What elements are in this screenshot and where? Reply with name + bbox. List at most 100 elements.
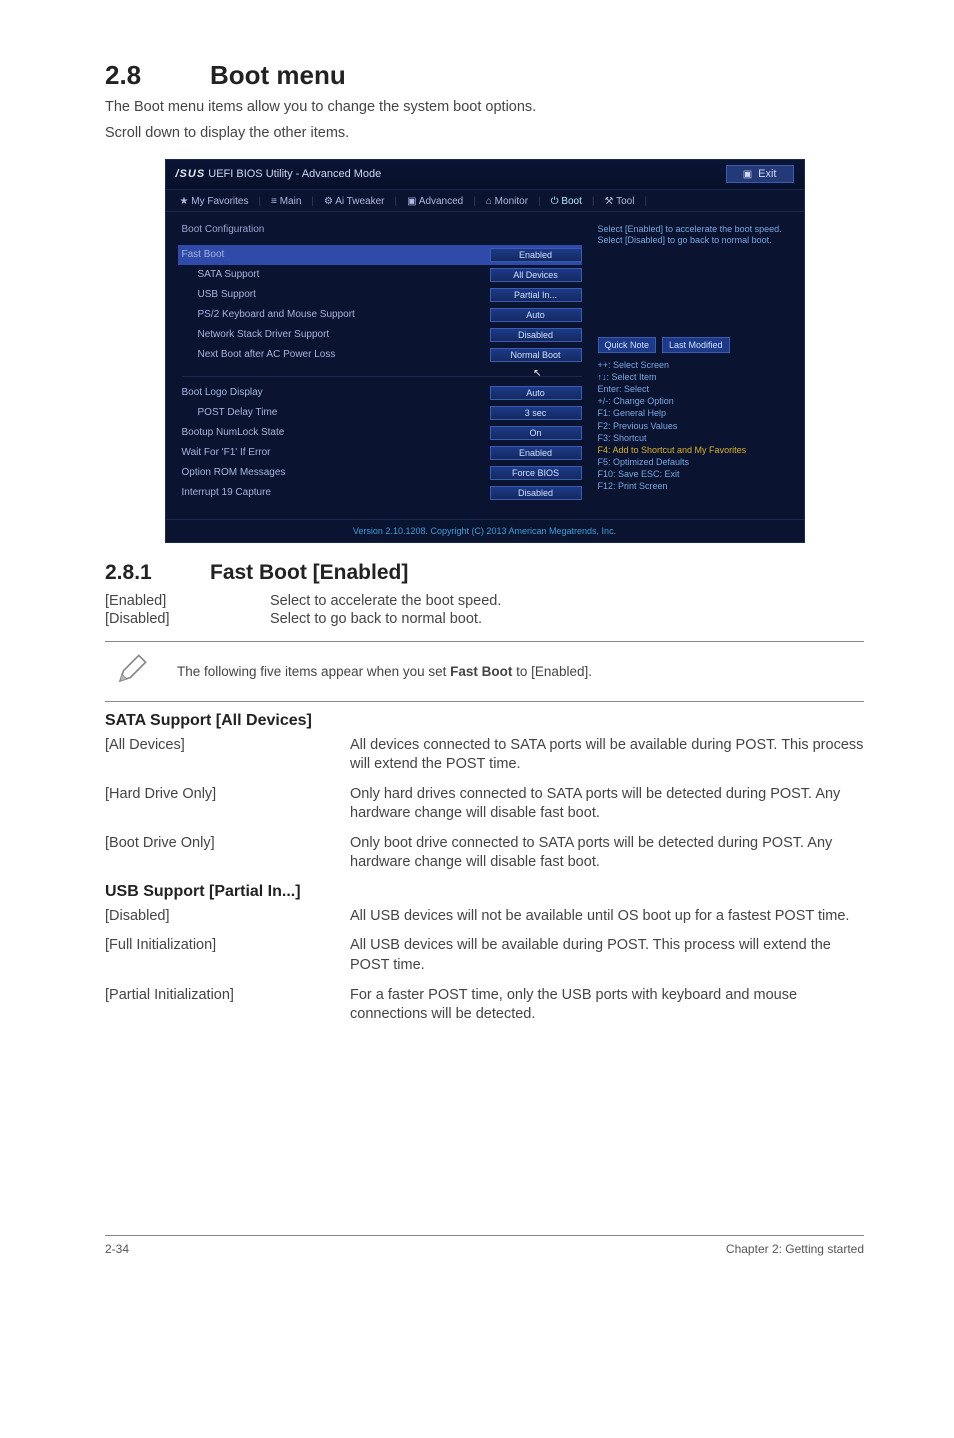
config-value[interactable]: All Devices bbox=[490, 268, 582, 282]
tab-advanced[interactable]: ▣ Advanced bbox=[407, 196, 463, 207]
description-row: [Partial Initialization]For a faster POS… bbox=[105, 986, 864, 1025]
description-row: [Hard Drive Only]Only hard drives connec… bbox=[105, 785, 864, 824]
description-value: All USB devices will not be available un… bbox=[350, 907, 864, 927]
description-row: [Disabled]All USB devices will not be av… bbox=[105, 907, 864, 927]
description-key: [All Devices] bbox=[105, 736, 350, 775]
last-modified-button[interactable]: Last Modified bbox=[662, 337, 730, 353]
config-label: Fast Boot bbox=[182, 249, 225, 260]
description-value: Only boot drive connected to SATA ports … bbox=[350, 834, 864, 873]
tab-main[interactable]: ≡ Main bbox=[271, 196, 301, 207]
config-row[interactable]: Network Stack Driver Support Disabled bbox=[182, 325, 582, 345]
config-row[interactable]: Wait For 'F1' If Error Enabled bbox=[182, 443, 582, 463]
help-description: Select [Enabled] to accelerate the boot … bbox=[598, 224, 794, 247]
tab-tool[interactable]: ⚒ Tool bbox=[605, 196, 635, 207]
description-value: Only hard drives connected to SATA ports… bbox=[350, 785, 864, 824]
config-header: Boot Configuration bbox=[182, 224, 582, 235]
quick-note-button[interactable]: Quick Note bbox=[598, 337, 657, 353]
config-row[interactable]: Fast Boot Enabled bbox=[178, 245, 582, 265]
config-value[interactable]: Auto bbox=[490, 308, 582, 322]
description-row: [Boot Drive Only]Only boot drive connect… bbox=[105, 834, 864, 873]
subsection-title: 2.8.1Fast Boot [Enabled] bbox=[105, 561, 864, 585]
config-value[interactable]: Force BIOS bbox=[490, 466, 582, 480]
tab-boot[interactable]: ⏻ Boot bbox=[551, 196, 582, 207]
config-value[interactable]: Enabled bbox=[490, 446, 582, 460]
config-value[interactable]: Disabled bbox=[490, 328, 582, 342]
bios-screenshot: /SUS UEFI BIOS Utility - Advanced Mode E… bbox=[165, 159, 805, 543]
pencil-icon bbox=[111, 652, 153, 691]
description-key: [Full Initialization] bbox=[105, 936, 350, 975]
exit-button[interactable]: Exit bbox=[726, 165, 794, 183]
intro-line-1: The Boot menu items allow you to change … bbox=[105, 97, 864, 119]
subsection-number: 2.8.1 bbox=[105, 561, 210, 585]
config-value[interactable]: On bbox=[490, 426, 582, 440]
config-value[interactable]: Normal Boot bbox=[490, 348, 582, 362]
config-row[interactable]: PS/2 Keyboard and Mouse Support Auto bbox=[182, 305, 582, 325]
chapter-label: Chapter 2: Getting started bbox=[726, 1242, 864, 1256]
section-name: Boot menu bbox=[210, 60, 346, 90]
description-key: [Disabled] bbox=[105, 907, 350, 927]
config-value[interactable]: Disabled bbox=[490, 486, 582, 500]
sata-support-title: SATA Support [All Devices] bbox=[105, 712, 864, 730]
help-key-line: Enter: Select bbox=[598, 383, 794, 395]
config-row[interactable]: Next Boot after AC Power Loss Normal Boot bbox=[182, 345, 582, 365]
option-row: [Disabled]Select to go back to normal bo… bbox=[105, 611, 864, 627]
config-label: POST Delay Time bbox=[182, 407, 278, 418]
config-label: SATA Support bbox=[182, 269, 260, 280]
config-label: PS/2 Keyboard and Mouse Support bbox=[182, 309, 355, 320]
config-row[interactable]: SATA Support All Devices bbox=[182, 265, 582, 285]
note-box: The following five items appear when you… bbox=[105, 641, 864, 702]
help-keys-list: ++: Select Screen↑↓: Select ItemEnter: S… bbox=[598, 359, 794, 493]
help-key-line: F5: Optimized Defaults bbox=[598, 456, 794, 468]
config-value[interactable]: Partial In... bbox=[490, 288, 582, 302]
description-row: [All Devices]All devices connected to SA… bbox=[105, 736, 864, 775]
tab-ai-tweaker[interactable]: ⚙ Ai Tweaker bbox=[324, 196, 384, 207]
page-title: 2.8Boot menu bbox=[105, 60, 864, 91]
page-number: 2-34 bbox=[105, 1242, 129, 1256]
description-key: [Hard Drive Only] bbox=[105, 785, 350, 824]
option-key: [Enabled] bbox=[105, 593, 270, 609]
config-label: Option ROM Messages bbox=[182, 467, 286, 478]
bios-title: UEFI BIOS Utility - Advanced Mode bbox=[208, 168, 381, 180]
bios-titlebar: /SUS UEFI BIOS Utility - Advanced Mode E… bbox=[166, 160, 804, 190]
help-key-line: +/-: Change Option bbox=[598, 395, 794, 407]
option-key: [Disabled] bbox=[105, 611, 270, 627]
config-value[interactable]: 3 sec bbox=[490, 406, 582, 420]
config-value[interactable]: Auto bbox=[490, 386, 582, 400]
page-footer: 2-34 Chapter 2: Getting started bbox=[105, 1235, 864, 1256]
help-key-line: F2: Previous Values bbox=[598, 420, 794, 432]
description-key: [Partial Initialization] bbox=[105, 986, 350, 1025]
help-key-line: ↑↓: Select Item bbox=[598, 371, 794, 383]
description-value: All USB devices will be available during… bbox=[350, 936, 864, 975]
usb-support-title: USB Support [Partial In...] bbox=[105, 883, 864, 901]
help-key-line: F4: Add to Shortcut and My Favorites bbox=[598, 444, 794, 456]
help-key-line: F1: General Help bbox=[598, 407, 794, 419]
config-row[interactable]: Option ROM Messages Force BIOS bbox=[182, 463, 582, 483]
config-row[interactable]: Bootup NumLock State On bbox=[182, 423, 582, 443]
config-label: Interrupt 19 Capture bbox=[182, 487, 272, 498]
config-value[interactable]: Enabled bbox=[490, 248, 582, 262]
config-label: Bootup NumLock State bbox=[182, 427, 285, 438]
tab-favorites[interactable]: ★ My Favorites bbox=[180, 196, 249, 207]
tab-monitor[interactable]: ⌂ Monitor bbox=[486, 196, 528, 207]
bios-help-panel: Select [Enabled] to accelerate the boot … bbox=[590, 212, 804, 519]
section-number: 2.8 bbox=[105, 60, 210, 91]
bios-tabbar: ★ My Favorites| ≡ Main| ⚙ Ai Tweaker| ▣ … bbox=[166, 190, 804, 212]
config-row[interactable]: USB SupportPartial In... bbox=[182, 285, 582, 305]
config-row[interactable]: Boot Logo Display Auto bbox=[182, 383, 582, 403]
intro-line-2: Scroll down to display the other items. bbox=[105, 123, 864, 145]
config-row[interactable]: Interrupt 19 Capture Disabled bbox=[182, 483, 582, 503]
description-key: [Boot Drive Only] bbox=[105, 834, 350, 873]
config-label: Network Stack Driver Support bbox=[182, 329, 330, 340]
cursor-icon: ↖ bbox=[533, 368, 541, 379]
bios-version-footer: Version 2.10.1208. Copyright (C) 2013 Am… bbox=[166, 519, 804, 542]
bios-config-panel: Boot Configuration Fast Boot Enabled SATA … bbox=[166, 212, 590, 519]
config-label: Wait For 'F1' If Error bbox=[182, 447, 271, 458]
config-row[interactable]: POST Delay Time 3 sec bbox=[182, 403, 582, 423]
help-key-line: F12: Print Screen bbox=[598, 480, 794, 492]
config-label: Next Boot after AC Power Loss bbox=[182, 349, 336, 360]
help-key-line: ++: Select Screen bbox=[598, 359, 794, 371]
description-value: All devices connected to SATA ports will… bbox=[350, 736, 864, 775]
config-label: Boot Logo Display bbox=[182, 387, 263, 398]
note-text: The following five items appear when you… bbox=[177, 664, 592, 679]
exit-label: Exit bbox=[758, 168, 776, 180]
